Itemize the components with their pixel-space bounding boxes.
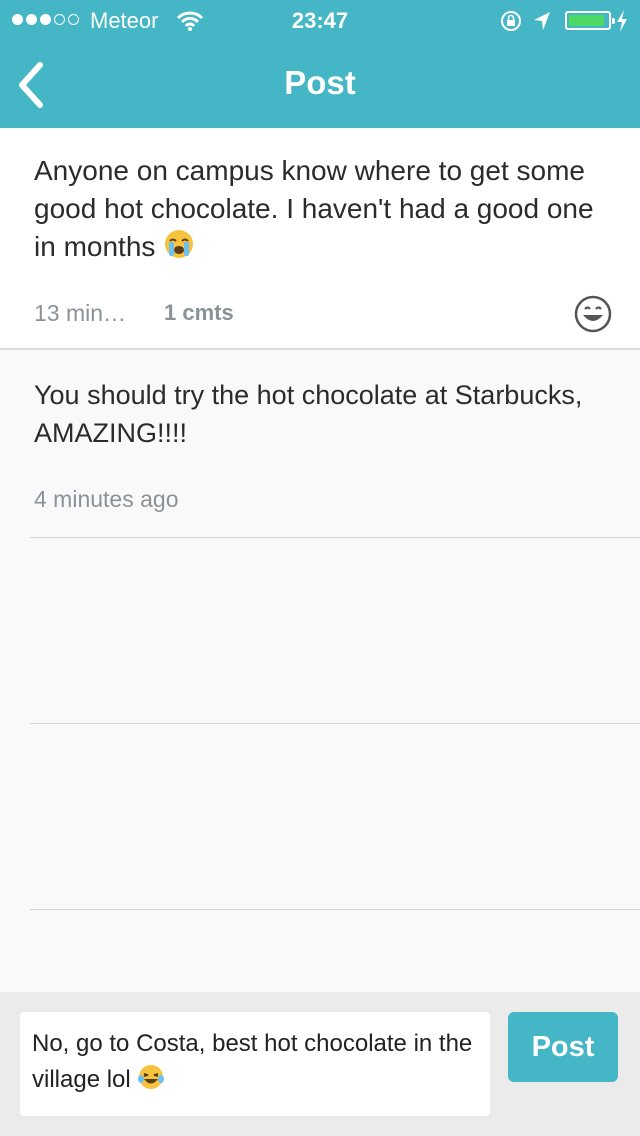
comment-input-text: No, go to Costa, best hot chocolate in t…	[32, 1030, 473, 1093]
tears-of-joy-emoji	[138, 1065, 165, 1089]
comment-count: 1 cmts	[164, 300, 234, 325]
comment-list: You should try the hot chocolate at Star…	[0, 352, 640, 992]
comment-text: You should try the hot chocolate at Star…	[34, 380, 583, 448]
rotation-lock-icon	[501, 11, 521, 31]
row-divider	[30, 909, 640, 910]
smiley-face-icon	[574, 295, 612, 333]
page-title: Post	[284, 64, 356, 101]
location-icon	[534, 12, 550, 30]
app-header: Meteor 23:47 Post	[0, 0, 640, 128]
post-card: Anyone on campus know where to get some …	[0, 128, 640, 350]
battery-icon	[565, 11, 615, 30]
battery-level	[569, 15, 604, 26]
comment-item: You should try the hot chocolate at Star…	[0, 352, 640, 538]
row-divider	[30, 723, 640, 724]
post-text: Anyone on campus know where to get some …	[34, 155, 594, 262]
crying-face-emoji	[165, 230, 194, 258]
row-divider	[30, 537, 640, 538]
status-bar: Meteor 23:47	[0, 0, 640, 40]
charging-bolt-icon	[617, 10, 627, 32]
post-body: Anyone on campus know where to get some …	[34, 152, 614, 266]
react-button[interactable]	[573, 294, 613, 334]
post-comment-button[interactable]: Post	[508, 1012, 618, 1082]
post-timestamp: 13 min…	[34, 300, 127, 326]
comment-timestamp: 4 minutes ago	[34, 486, 179, 512]
comment-composer: No, go to Costa, best hot chocolate in t…	[0, 992, 640, 1136]
comment-input[interactable]: No, go to Costa, best hot chocolate in t…	[20, 1012, 490, 1116]
